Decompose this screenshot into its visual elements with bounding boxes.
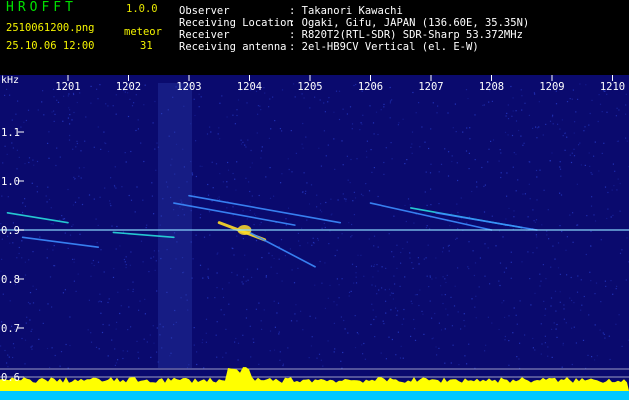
frequency-unit-label: kHz xyxy=(1,75,19,86)
time-tick-label: 1205 xyxy=(297,81,322,93)
spectrogram: 1201 1202 1203 1204 1205 1206 1207 1208 1209 1210… xyxy=(0,75,629,400)
level-baseline xyxy=(0,391,629,400)
frequency-tick-label: 0.9 xyxy=(1,225,20,237)
capture-datetime: 25.10.06 12:00 xyxy=(6,40,95,52)
frequency-tick-label: 1.0 xyxy=(1,176,20,188)
detection-count: 31 xyxy=(140,40,153,52)
time-tick-label: 1206 xyxy=(358,81,383,93)
detection-label: meteor xyxy=(124,26,162,38)
receiver-label: Receiver xyxy=(179,29,230,41)
spectrogram-background xyxy=(0,75,629,400)
app-version: 1.0.0 xyxy=(126,3,158,15)
frequency-tick-label: 0.7 xyxy=(1,323,20,335)
time-tick-label: 1207 xyxy=(418,81,443,93)
time-tick-label: 1208 xyxy=(479,81,504,93)
frequency-tick-label: 1.1 xyxy=(1,127,20,139)
app-name: HROFFT xyxy=(6,0,77,15)
time-tick-label: 1210 xyxy=(600,81,625,93)
location-label: Receiving Location xyxy=(179,17,293,29)
time-tick-label: 1202 xyxy=(116,81,141,93)
observer-label: Observer xyxy=(179,5,230,17)
antenna-value: : 2el-HB9CV Vertical (el. E-W) xyxy=(289,41,479,53)
time-tick-label: 1201 xyxy=(55,81,80,93)
antenna-label: Receiving antenna xyxy=(179,41,287,53)
location-value: : Ogaki, Gifu, JAPAN (136.60E, 35.35N) xyxy=(289,17,530,29)
observer-value: : Takanori Kawachi xyxy=(289,5,403,17)
image-filename: 2510061200.png xyxy=(6,22,95,34)
time-tick-label: 1203 xyxy=(176,81,201,93)
header-panel: HROFFT 1.0.0 2510061200.png meteor 25.10… xyxy=(0,0,629,75)
time-tick-label: 1209 xyxy=(539,81,564,93)
frequency-tick-label: 0.6 xyxy=(1,372,20,384)
frequency-tick-label: 0.8 xyxy=(1,274,20,286)
receiver-value: : R820T2(RTL-SDR) SDR-Sharp 53.372MHz xyxy=(289,29,523,41)
time-tick-label: 1204 xyxy=(237,81,262,93)
